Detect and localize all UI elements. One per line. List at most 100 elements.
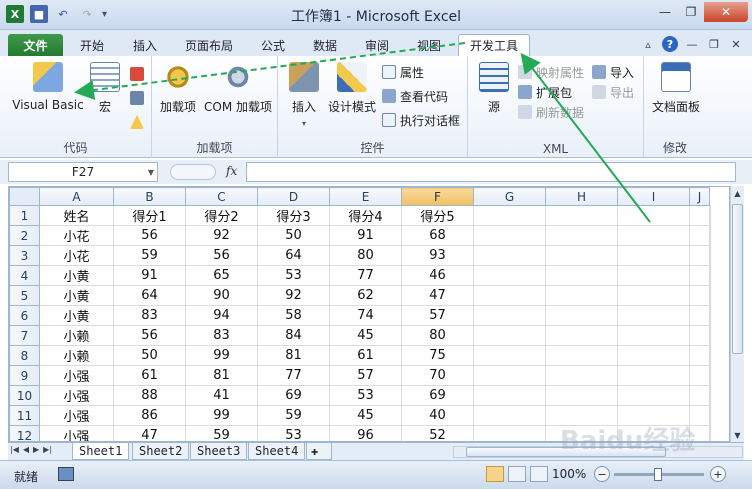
cell[interactable] bbox=[689, 225, 710, 246]
design-mode-button[interactable]: 设计模式 bbox=[326, 62, 378, 115]
vertical-scroll-thumb[interactable] bbox=[732, 204, 743, 354]
cell[interactable]: 小花 bbox=[39, 225, 114, 246]
column-header[interactable]: I bbox=[617, 187, 690, 206]
cell[interactable] bbox=[709, 265, 711, 286]
cell[interactable]: 得分3 bbox=[257, 205, 330, 226]
cell[interactable]: 59 bbox=[185, 425, 258, 441]
cell[interactable]: 小花 bbox=[39, 245, 114, 266]
refresh-data-button[interactable]: 刷新数据 bbox=[518, 102, 584, 122]
row-header[interactable]: 7 bbox=[9, 325, 40, 346]
name-box-dropdown-icon[interactable]: ▼ bbox=[148, 168, 154, 177]
relative-refs-button[interactable] bbox=[130, 88, 144, 108]
cell[interactable] bbox=[689, 385, 710, 406]
cell[interactable] bbox=[709, 225, 711, 246]
cell[interactable]: 45 bbox=[329, 325, 402, 346]
tab-developer[interactable]: 开发工具 bbox=[458, 34, 530, 56]
cell[interactable]: 53 bbox=[329, 385, 402, 406]
tab-insert[interactable]: 插入 bbox=[124, 34, 166, 56]
row-header[interactable]: 3 bbox=[9, 245, 40, 266]
cell[interactable]: 58 bbox=[257, 305, 330, 326]
zoom-level[interactable]: 100% bbox=[552, 467, 586, 481]
cell[interactable]: 74 bbox=[329, 305, 402, 326]
cell[interactable]: 47 bbox=[401, 285, 474, 306]
cell[interactable] bbox=[689, 285, 710, 306]
cell[interactable]: 96 bbox=[329, 425, 402, 441]
cell[interactable]: 92 bbox=[185, 225, 258, 246]
workbook-restore-icon[interactable]: ❐ bbox=[706, 36, 722, 52]
cell[interactable] bbox=[473, 325, 546, 346]
first-sheet-icon[interactable]: |◀ bbox=[10, 445, 19, 454]
cell[interactable]: 小强 bbox=[39, 405, 114, 426]
cell[interactable]: 94 bbox=[185, 305, 258, 326]
cell[interactable] bbox=[617, 305, 690, 326]
macros-button[interactable]: 宏 bbox=[90, 62, 120, 115]
row-header[interactable]: 5 bbox=[9, 285, 40, 306]
cell[interactable] bbox=[545, 325, 618, 346]
export-button[interactable]: 导出 bbox=[592, 82, 634, 102]
column-header[interactable]: B bbox=[113, 187, 186, 206]
minimize-button[interactable]: — bbox=[652, 2, 678, 22]
cell[interactable]: 59 bbox=[113, 245, 186, 266]
cell[interactable] bbox=[473, 205, 546, 226]
cell[interactable]: 91 bbox=[329, 225, 402, 246]
cell[interactable] bbox=[709, 345, 711, 366]
sheet-tab-4[interactable]: Sheet4 bbox=[248, 443, 306, 460]
cell[interactable] bbox=[473, 405, 546, 426]
cell[interactable]: 得分5 bbox=[401, 205, 474, 226]
cell[interactable]: 57 bbox=[329, 365, 402, 386]
cell[interactable] bbox=[709, 425, 711, 441]
cell[interactable]: 69 bbox=[401, 385, 474, 406]
cell[interactable] bbox=[709, 305, 711, 326]
cell[interactable]: 姓名 bbox=[39, 205, 114, 226]
zoom-in-icon[interactable]: + bbox=[710, 466, 726, 482]
cell[interactable] bbox=[689, 305, 710, 326]
run-dialog-button[interactable]: 执行对话框 bbox=[382, 110, 460, 130]
cell[interactable]: 88 bbox=[113, 385, 186, 406]
cell[interactable]: 91 bbox=[113, 265, 186, 286]
cell[interactable] bbox=[473, 305, 546, 326]
row-header[interactable]: 10 bbox=[9, 385, 40, 406]
cell[interactable]: 59 bbox=[257, 405, 330, 426]
cell[interactable]: 70 bbox=[401, 365, 474, 386]
cell[interactable]: 80 bbox=[401, 325, 474, 346]
cell[interactable]: 小黄 bbox=[39, 285, 114, 306]
document-panel-button[interactable]: 文档面板 bbox=[648, 62, 704, 115]
cell[interactable]: 65 bbox=[185, 265, 258, 286]
cell[interactable] bbox=[617, 225, 690, 246]
cell[interactable]: 小黄 bbox=[39, 305, 114, 326]
cell[interactable]: 90 bbox=[185, 285, 258, 306]
scroll-up-icon[interactable]: ▲ bbox=[731, 186, 744, 200]
cell[interactable]: 小强 bbox=[39, 385, 114, 406]
zoom-out-icon[interactable]: − bbox=[594, 466, 610, 482]
tab-home[interactable]: 开始 bbox=[72, 34, 112, 56]
cell[interactable]: 41 bbox=[185, 385, 258, 406]
cell[interactable] bbox=[709, 205, 711, 226]
cell[interactable]: 小赖 bbox=[39, 325, 114, 346]
com-addins-button[interactable]: COM 加载项 bbox=[202, 62, 274, 115]
cell[interactable] bbox=[473, 345, 546, 366]
cell[interactable]: 56 bbox=[113, 225, 186, 246]
zoom-slider[interactable] bbox=[614, 468, 704, 481]
properties-button[interactable]: 属性 bbox=[382, 62, 424, 82]
column-header-selected[interactable]: F bbox=[401, 187, 474, 206]
cell[interactable] bbox=[473, 385, 546, 406]
cell[interactable]: 53 bbox=[257, 265, 330, 286]
cell[interactable] bbox=[473, 245, 546, 266]
cell[interactable]: 小强 bbox=[39, 425, 114, 441]
column-header[interactable]: C bbox=[185, 187, 258, 206]
tab-data[interactable]: 数据 bbox=[304, 34, 346, 56]
cell[interactable]: 得分4 bbox=[329, 205, 402, 226]
row-header[interactable]: 6 bbox=[9, 305, 40, 326]
cell[interactable]: 56 bbox=[185, 245, 258, 266]
cell[interactable] bbox=[617, 345, 690, 366]
sheet-tab-3[interactable]: Sheet3 bbox=[190, 443, 248, 460]
cell[interactable]: 92 bbox=[257, 285, 330, 306]
cell[interactable] bbox=[709, 385, 711, 406]
cell[interactable]: 53 bbox=[257, 425, 330, 441]
import-button[interactable]: 导入 bbox=[592, 62, 634, 82]
cell[interactable] bbox=[617, 245, 690, 266]
last-sheet-icon[interactable]: ▶| bbox=[43, 445, 52, 454]
column-header[interactable]: E bbox=[329, 187, 402, 206]
cell[interactable] bbox=[545, 265, 618, 286]
row-header[interactable]: 4 bbox=[9, 265, 40, 286]
